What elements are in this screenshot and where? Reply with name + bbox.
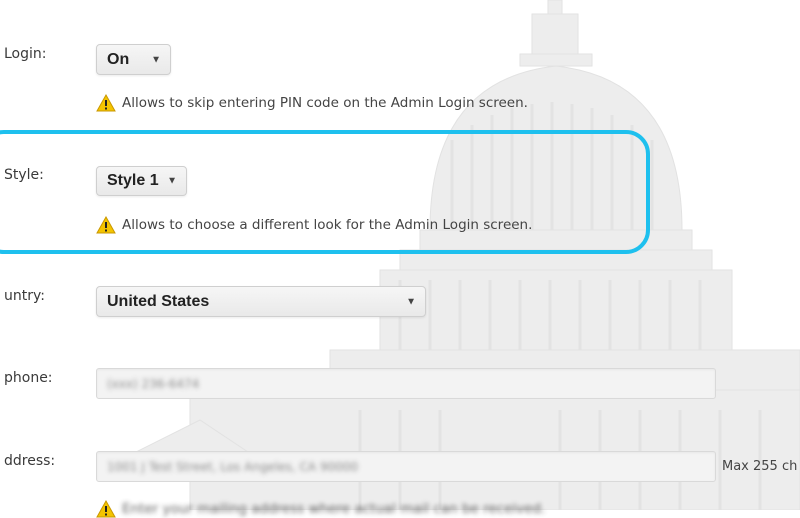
login-select[interactable]: On ▼	[96, 44, 171, 75]
address-max-length-note: Max 255 ch	[722, 459, 798, 474]
country-select[interactable]: United States ▼	[96, 286, 426, 317]
address-hint: Enter your mailing address where actual …	[96, 500, 545, 518]
chevron-down-icon: ▼	[406, 296, 416, 307]
chevron-down-icon: ▼	[167, 175, 177, 187]
address-hint-text: Enter your mailing address where actual …	[122, 501, 546, 517]
address-label: ddress:	[4, 453, 56, 469]
login-select-value: On	[107, 50, 130, 68]
style-hint: Allows to choose a different look for th…	[96, 216, 532, 234]
login-label: Login:	[4, 46, 47, 62]
style-select-value: Style 1	[107, 172, 159, 189]
address-input-value: 1001 J Test Street, Los Angeles, CA 9000…	[107, 459, 359, 474]
phone-label: phone:	[4, 370, 53, 386]
country-label: untry:	[4, 288, 45, 304]
phone-input[interactable]: (xxx) 236-6474	[96, 368, 716, 399]
warning-triangle-icon	[96, 94, 116, 112]
address-input[interactable]: 1001 J Test Street, Los Angeles, CA 9000…	[96, 451, 716, 482]
capitol-background-image	[119, 0, 800, 510]
phone-input-value: (xxx) 236-6474	[107, 376, 200, 391]
country-select-value: United States	[107, 292, 210, 310]
style-select[interactable]: Style 1 ▼	[96, 166, 187, 196]
chevron-down-icon: ▼	[151, 54, 161, 65]
style-hint-text: Allows to choose a different look for th…	[122, 217, 533, 233]
warning-triangle-icon	[96, 216, 116, 234]
login-hint: Allows to skip entering PIN code on the …	[96, 94, 528, 112]
login-hint-text: Allows to skip entering PIN code on the …	[122, 95, 528, 111]
style-label: Style:	[4, 167, 44, 183]
warning-triangle-icon	[96, 500, 116, 518]
